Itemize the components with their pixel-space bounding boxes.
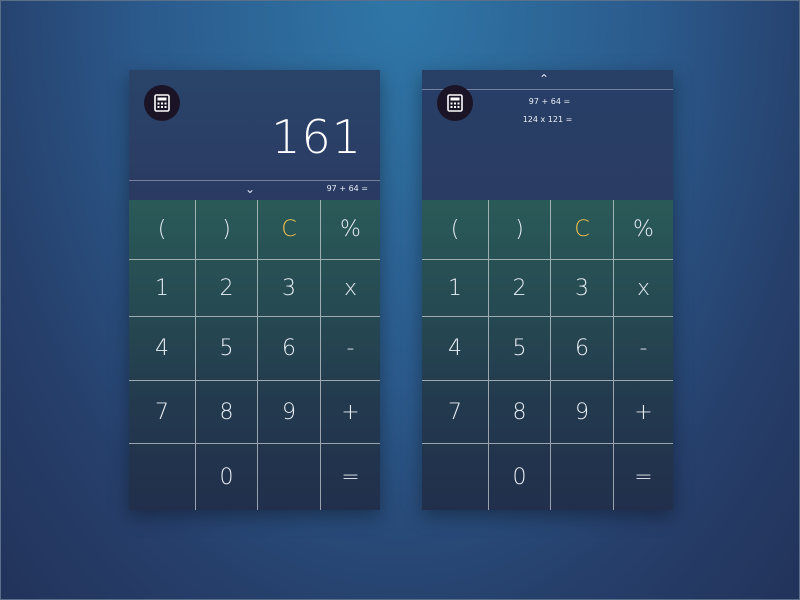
key-open-paren[interactable]: ( bbox=[129, 200, 196, 260]
keypad: ( ) C % 1 2 3 x 4 5 6 - 7 8 9 + 0 = bbox=[422, 200, 673, 510]
key-9[interactable]: 9 bbox=[551, 381, 614, 444]
chevron-up-icon[interactable]: ⌃ bbox=[539, 72, 549, 86]
key-blank-right bbox=[258, 444, 321, 510]
key-1[interactable]: 1 bbox=[422, 260, 489, 317]
key-open-paren[interactable]: ( bbox=[422, 200, 489, 260]
key-6[interactable]: 6 bbox=[258, 317, 321, 381]
display-panel: 161 ⌄ 97 + 64 = bbox=[129, 70, 380, 200]
last-expression: 97 + 64 = bbox=[326, 184, 368, 193]
key-5[interactable]: 5 bbox=[489, 317, 551, 381]
key-4[interactable]: 4 bbox=[422, 317, 489, 381]
chevron-down-icon[interactable]: ⌄ bbox=[245, 182, 255, 196]
key-equals[interactable]: = bbox=[321, 444, 380, 510]
key-close-paren[interactable]: ) bbox=[489, 200, 551, 260]
key-close-paren[interactable]: ) bbox=[196, 200, 258, 260]
key-clear[interactable]: C bbox=[258, 200, 321, 260]
key-subtract[interactable]: - bbox=[614, 317, 673, 381]
key-1[interactable]: 1 bbox=[129, 260, 196, 317]
keypad: ( ) C % 1 2 3 x 4 5 6 - 7 8 9 + 0 = bbox=[129, 200, 380, 510]
key-clear[interactable]: C bbox=[551, 200, 614, 260]
key-4[interactable]: 4 bbox=[129, 317, 196, 381]
key-0[interactable]: 0 bbox=[489, 444, 551, 510]
key-percent[interactable]: % bbox=[321, 200, 380, 260]
history-item[interactable]: 97 + 64 = bbox=[424, 97, 673, 106]
key-equals[interactable]: = bbox=[614, 444, 673, 510]
key-blank-left bbox=[422, 444, 489, 510]
key-multiply[interactable]: x bbox=[321, 260, 380, 317]
key-2[interactable]: 2 bbox=[489, 260, 551, 317]
calculator-icon bbox=[154, 94, 170, 112]
calculator-main-screen: 161 ⌄ 97 + 64 = ( ) C % 1 2 3 x 4 5 6 - … bbox=[129, 70, 380, 510]
key-percent[interactable]: % bbox=[614, 200, 673, 260]
display-divider bbox=[129, 180, 380, 181]
key-blank-right bbox=[551, 444, 614, 510]
key-subtract[interactable]: - bbox=[321, 317, 380, 381]
key-9[interactable]: 9 bbox=[258, 381, 321, 444]
result-display: 161 bbox=[271, 110, 362, 164]
key-8[interactable]: 8 bbox=[196, 381, 258, 444]
key-6[interactable]: 6 bbox=[551, 317, 614, 381]
key-multiply[interactable]: x bbox=[614, 260, 673, 317]
key-7[interactable]: 7 bbox=[422, 381, 489, 444]
key-add[interactable]: + bbox=[321, 381, 380, 444]
calculator-history-screen: ⌃ 97 + 64 = 124 x 121 = ( ) C % 1 2 3 x … bbox=[422, 70, 673, 510]
key-0[interactable]: 0 bbox=[196, 444, 258, 510]
key-7[interactable]: 7 bbox=[129, 381, 196, 444]
key-blank-left bbox=[129, 444, 196, 510]
history-item[interactable]: 124 x 121 = bbox=[422, 115, 673, 124]
key-5[interactable]: 5 bbox=[196, 317, 258, 381]
key-3[interactable]: 3 bbox=[551, 260, 614, 317]
key-add[interactable]: + bbox=[614, 381, 673, 444]
key-8[interactable]: 8 bbox=[489, 381, 551, 444]
key-3[interactable]: 3 bbox=[258, 260, 321, 317]
key-2[interactable]: 2 bbox=[196, 260, 258, 317]
history-panel: ⌃ 97 + 64 = 124 x 121 = bbox=[422, 70, 673, 200]
calculator-badge[interactable] bbox=[144, 85, 180, 121]
